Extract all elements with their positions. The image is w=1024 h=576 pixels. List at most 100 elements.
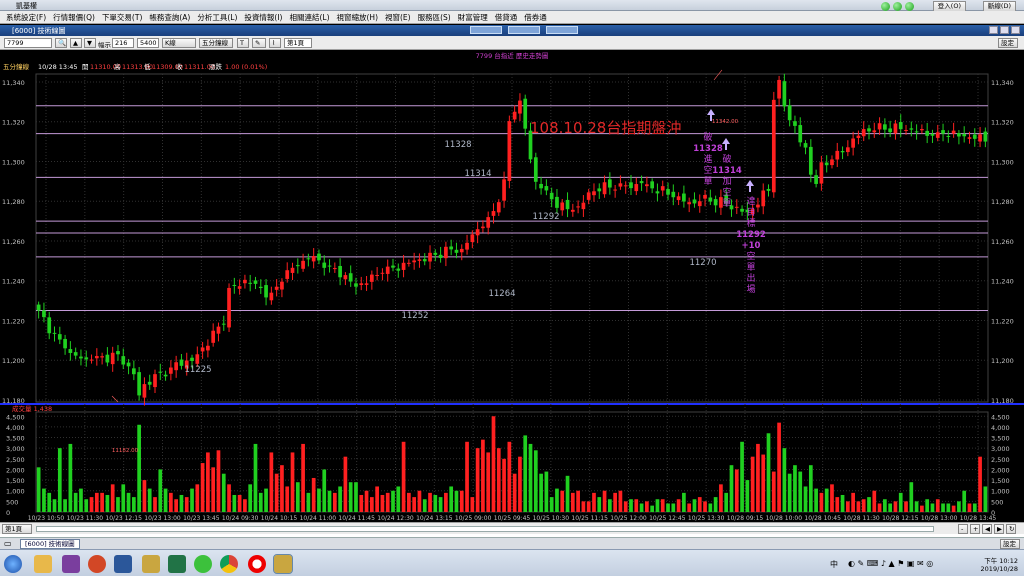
- tray-icons[interactable]: ◐ ✎ ⌨ ♪ ▲ ⚑ ▣ ✉ ◎: [848, 559, 933, 568]
- candle-body: [798, 125, 803, 143]
- folder-icon[interactable]: [34, 555, 52, 573]
- candle-body: [518, 100, 522, 114]
- menu-item-1[interactable]: 行情報價(Q): [53, 12, 95, 23]
- candle-body: [623, 185, 628, 187]
- volume-bar: [380, 494, 385, 512]
- volume-bar: [586, 501, 591, 512]
- volume-bar: [930, 503, 935, 512]
- menu-item-2[interactable]: 下單交易(T): [102, 12, 142, 23]
- zoom-in-icon[interactable]: +: [970, 524, 980, 534]
- menu-item-12[interactable]: 借券通: [524, 12, 547, 23]
- menu-item-6[interactable]: 相關連結(L): [289, 12, 329, 23]
- scroll-left-icon[interactable]: ◀: [982, 524, 992, 534]
- volume-bar: [676, 499, 681, 512]
- excel-icon[interactable]: [168, 555, 186, 573]
- candle-body: [343, 275, 348, 280]
- bars-input-2[interactable]: 5400: [137, 38, 159, 48]
- volume-bar: [861, 499, 866, 512]
- window-tab-6000[interactable]: [6000] 技術線圖: [20, 539, 80, 549]
- volume-bar: [200, 463, 205, 512]
- menu-item-7[interactable]: 視窗縮放(H): [337, 12, 379, 23]
- menu-item-11[interactable]: 借貸通: [495, 12, 518, 23]
- bars-input[interactable]: 216: [112, 38, 134, 48]
- status-page-select[interactable]: 第1頁: [2, 524, 32, 534]
- word-icon[interactable]: [114, 555, 132, 573]
- start-icon[interactable]: [4, 555, 22, 573]
- reset-icon[interactable]: ↻: [1006, 524, 1016, 534]
- trading-app-icon[interactable]: [273, 554, 293, 574]
- menu-item-10[interactable]: 財富管理: [458, 12, 488, 23]
- x-tick-label: 10/25 13:30: [688, 515, 725, 522]
- arrow-down-icon[interactable]: ▼: [84, 38, 96, 48]
- maximize-icon[interactable]: [1000, 26, 1009, 34]
- draw-tool-icon[interactable]: ⌇: [269, 38, 281, 48]
- candle-body: [380, 272, 385, 274]
- volume-bar: [756, 443, 760, 512]
- volume-tick-label-right: 2,500: [991, 456, 1010, 464]
- volume-bar: [708, 503, 713, 512]
- menu-item-4[interactable]: 分析工具(L): [197, 12, 237, 23]
- minimize-icon[interactable]: [989, 26, 998, 34]
- line-tool-icon[interactable]: T: [237, 38, 249, 48]
- menu-item-5[interactable]: 投資情報(I): [244, 12, 282, 23]
- layout-button[interactable]: [508, 26, 540, 34]
- x-tick-label: 10/23 13:45: [183, 515, 220, 522]
- annotation-entry: 單: [703, 176, 712, 187]
- candle-body: [306, 258, 311, 260]
- volume-bar: [502, 458, 506, 512]
- volume-bar: [851, 492, 855, 512]
- line-icon[interactable]: [194, 555, 212, 573]
- volume-bar: [116, 497, 120, 512]
- chart-area[interactable]: 7799 台指近 歷史走勢圖 五分鐘線 10/28 13:45 開 11310.…: [0, 50, 1024, 522]
- candle-body: [777, 79, 781, 99]
- menu-bar: 系統設定(F) 行情報價(Q) 下單交易(T) 帳務查詢(A) 分析工具(L) 投資情報(…: [0, 11, 1024, 24]
- volume-bar: [629, 499, 633, 512]
- volume-bar: [623, 501, 628, 512]
- candle-body: [459, 248, 464, 253]
- horizontal-scrollbar[interactable]: [36, 526, 934, 532]
- candle-body: [867, 128, 871, 132]
- volume-bar: [729, 465, 734, 512]
- tab-settings-button[interactable]: 設定: [1000, 539, 1020, 549]
- ime-indicator[interactable]: 中: [830, 559, 838, 570]
- zoom-out-icon[interactable]: -: [958, 524, 968, 534]
- layout-button[interactable]: [470, 26, 502, 34]
- settings-button[interactable]: 設定: [998, 38, 1018, 48]
- volume-bar: [274, 473, 279, 512]
- arrow-up-icon[interactable]: ▲: [70, 38, 82, 48]
- menu-item-0[interactable]: 系統設定(F): [6, 12, 46, 23]
- search-icon[interactable]: 🔍: [55, 38, 67, 48]
- candle-body: [840, 151, 845, 153]
- pen-tool-icon[interactable]: ✎: [252, 38, 266, 48]
- candle-body: [549, 192, 554, 200]
- scroll-right-icon[interactable]: ▶: [994, 524, 1004, 534]
- volume-bar: [184, 497, 189, 512]
- onenote-icon[interactable]: [62, 555, 80, 573]
- volume-bar: [486, 452, 491, 512]
- frequency-select[interactable]: 五分鐘線: [199, 38, 233, 48]
- volume-bar: [666, 503, 670, 512]
- menu-item-3[interactable]: 帳務查詢(A): [149, 12, 190, 23]
- candle-body: [47, 317, 52, 334]
- app-icon[interactable]: [142, 555, 160, 573]
- candle-body: [872, 130, 877, 133]
- volume-bar: [750, 456, 755, 512]
- status-bar: 第1頁 - + ◀ ▶ ↻: [0, 522, 1024, 534]
- menu-item-8[interactable]: 視窗(E): [385, 12, 411, 23]
- opera-icon[interactable]: [248, 555, 266, 573]
- powerpoint-icon[interactable]: [88, 555, 106, 573]
- candlestick-chart[interactable]: 7799 台指近 歷史走勢圖 五分鐘線 10/28 13:45 開 11310.…: [0, 50, 1024, 522]
- menu-item-9[interactable]: 服務區(S): [418, 12, 451, 23]
- layout-button[interactable]: [546, 26, 578, 34]
- annotation-add: 空: [722, 186, 731, 198]
- annotation-title: 108.10.28台指期盤沖: [530, 119, 681, 137]
- page-select[interactable]: 第1頁: [284, 38, 312, 48]
- chrome-icon[interactable]: [220, 555, 238, 573]
- symbol-input[interactable]: 7799: [4, 38, 52, 48]
- volume-bar: [47, 492, 52, 512]
- volume-bar: [957, 501, 961, 512]
- kline-select[interactable]: K線: [162, 38, 196, 48]
- annotation-target: 標: [746, 217, 755, 229]
- annotation-entry: 破: [703, 131, 712, 143]
- close-icon[interactable]: [1011, 26, 1020, 34]
